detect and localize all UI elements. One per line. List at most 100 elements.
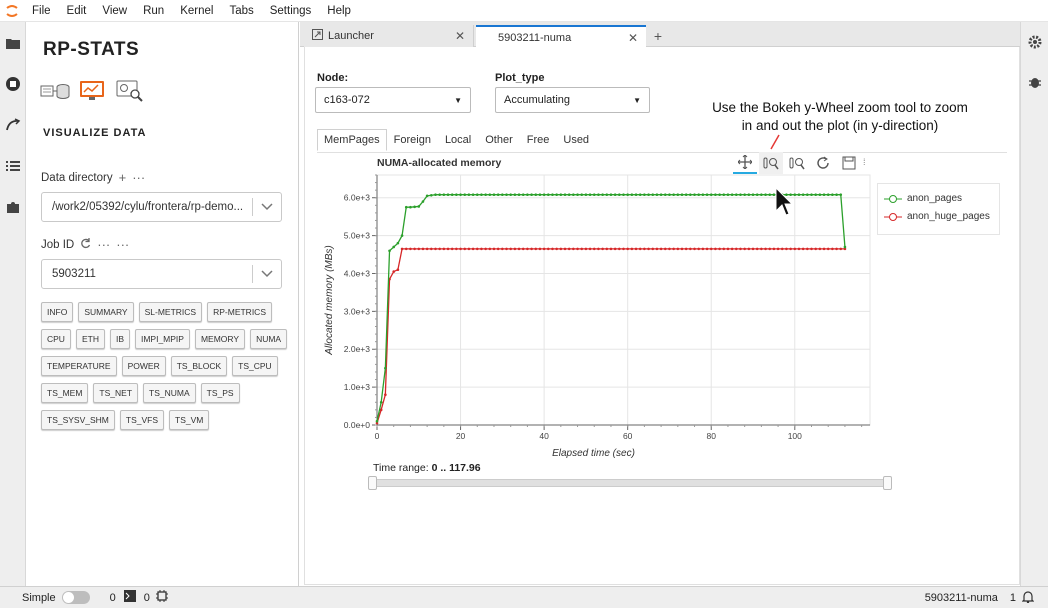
data-point-anon-pages[interactable] xyxy=(584,193,588,196)
metric-button-eth[interactable]: ETH xyxy=(75,329,105,349)
data-point-anon-huge-pages[interactable] xyxy=(467,247,471,251)
data-point-anon-pages[interactable] xyxy=(567,193,571,196)
data-point-anon-pages[interactable] xyxy=(726,193,730,196)
data-point-anon-huge-pages[interactable] xyxy=(475,247,479,251)
data-point-anon-huge-pages[interactable] xyxy=(521,247,525,251)
tab-foreign[interactable]: Foreign xyxy=(387,129,438,151)
data-point-anon-pages[interactable] xyxy=(630,193,634,196)
data-point-anon-huge-pages[interactable] xyxy=(400,247,404,251)
data-point-anon-pages[interactable] xyxy=(526,193,529,196)
data-point-anon-huge-pages[interactable] xyxy=(739,247,742,251)
data-point-anon-pages[interactable] xyxy=(576,193,579,196)
data-point-anon-huge-pages[interactable] xyxy=(471,247,475,251)
metric-button-summary[interactable]: SUMMARY xyxy=(78,302,134,322)
series-line-anon-huge-pages[interactable] xyxy=(376,248,845,424)
data-point-anon-huge-pages[interactable] xyxy=(718,247,721,251)
data-point-anon-huge-pages[interactable] xyxy=(780,247,784,251)
data-point-anon-huge-pages[interactable] xyxy=(584,247,588,251)
data-point-anon-huge-pages[interactable] xyxy=(618,247,621,251)
data-point-anon-pages[interactable] xyxy=(392,245,396,249)
data-point-anon-huge-pages[interactable] xyxy=(789,247,792,251)
data-point-anon-pages[interactable] xyxy=(446,193,450,196)
data-point-anon-pages[interactable] xyxy=(588,193,592,196)
data-point-anon-huge-pages[interactable] xyxy=(810,247,813,251)
data-point-anon-pages[interactable] xyxy=(751,193,755,196)
data-point-anon-huge-pages[interactable] xyxy=(488,247,492,251)
data-point-anon-huge-pages[interactable] xyxy=(421,247,425,251)
data-point-anon-pages[interactable] xyxy=(400,234,404,237)
data-point-anon-pages[interactable] xyxy=(384,366,387,370)
chart-svg[interactable]: 0.0e+0 1.0e+3 2.0e+3 3.0e+3 4.0e+3 5.0e+3 6.0e… xyxy=(305,165,885,465)
data-point-anon-huge-pages[interactable] xyxy=(505,247,508,251)
tab-launcher[interactable]: Launcher ✕ xyxy=(304,25,474,47)
data-point-anon-pages[interactable] xyxy=(760,193,763,196)
data-point-anon-huge-pages[interactable] xyxy=(801,247,805,251)
kernel-chip-icon[interactable] xyxy=(155,590,168,605)
data-point-anon-pages[interactable] xyxy=(826,193,830,196)
data-point-anon-huge-pages[interactable] xyxy=(764,247,767,251)
data-point-anon-huge-pages[interactable] xyxy=(689,247,692,251)
slider-start-handle[interactable] xyxy=(368,476,377,490)
data-point-anon-pages[interactable] xyxy=(442,193,446,196)
data-point-anon-huge-pages[interactable] xyxy=(622,247,625,251)
more-options-icon[interactable]: ··· xyxy=(132,170,145,185)
data-point-anon-huge-pages[interactable] xyxy=(822,247,826,251)
data-point-anon-huge-pages[interactable] xyxy=(647,247,650,251)
data-point-anon-pages[interactable] xyxy=(747,193,751,196)
data-point-anon-huge-pages[interactable] xyxy=(559,247,563,251)
data-point-anon-pages[interactable] xyxy=(580,193,584,196)
data-point-anon-pages[interactable] xyxy=(655,193,659,196)
data-point-anon-pages[interactable] xyxy=(488,193,492,196)
data-point-anon-huge-pages[interactable] xyxy=(597,247,600,251)
data-point-anon-huge-pages[interactable] xyxy=(409,247,412,251)
data-point-anon-pages[interactable] xyxy=(643,193,646,196)
data-point-anon-huge-pages[interactable] xyxy=(455,247,458,251)
data-point-anon-pages[interactable] xyxy=(622,193,625,196)
metric-button-ib[interactable]: IB xyxy=(109,329,130,349)
data-point-anon-huge-pages[interactable] xyxy=(663,247,667,251)
data-point-anon-pages[interactable] xyxy=(601,193,604,196)
data-point-anon-pages[interactable] xyxy=(409,205,412,209)
data-point-anon-pages[interactable] xyxy=(797,193,801,196)
data-point-anon-huge-pages[interactable] xyxy=(513,247,517,251)
data-point-anon-huge-pages[interactable] xyxy=(526,247,529,251)
data-point-anon-huge-pages[interactable] xyxy=(709,247,713,251)
data-point-anon-pages[interactable] xyxy=(517,193,521,196)
data-directory-combobox[interactable]: /work2/05392/cylu/frontera/rp-demo... xyxy=(41,192,282,222)
tab-used[interactable]: Used xyxy=(556,129,596,151)
data-point-anon-pages[interactable] xyxy=(743,193,746,196)
data-point-anon-pages[interactable] xyxy=(496,193,500,196)
menu-edit[interactable]: Edit xyxy=(59,5,95,17)
data-point-anon-pages[interactable] xyxy=(538,193,542,196)
data-point-anon-huge-pages[interactable] xyxy=(747,247,751,251)
data-point-anon-pages[interactable] xyxy=(735,193,738,196)
node-select[interactable]: c163-072 ▼ xyxy=(315,87,471,113)
data-point-anon-huge-pages[interactable] xyxy=(714,247,717,251)
data-point-anon-pages[interactable] xyxy=(438,193,441,196)
data-point-anon-pages[interactable] xyxy=(768,193,772,196)
data-point-anon-huge-pages[interactable] xyxy=(680,247,684,251)
data-point-anon-huge-pages[interactable] xyxy=(417,247,421,251)
bell-icon[interactable] xyxy=(1021,590,1035,606)
data-point-anon-huge-pages[interactable] xyxy=(751,247,755,251)
data-point-anon-huge-pages[interactable] xyxy=(797,247,801,251)
data-point-anon-pages[interactable] xyxy=(814,193,817,196)
data-point-anon-huge-pages[interactable] xyxy=(542,247,546,251)
data-point-anon-pages[interactable] xyxy=(471,193,475,196)
data-point-anon-pages[interactable] xyxy=(551,193,554,196)
data-point-anon-huge-pages[interactable] xyxy=(793,247,797,251)
data-point-anon-pages[interactable] xyxy=(505,193,508,196)
data-point-anon-pages[interactable] xyxy=(638,193,642,196)
data-point-anon-huge-pages[interactable] xyxy=(818,247,822,251)
data-point-anon-pages[interactable] xyxy=(375,419,379,423)
data-point-anon-huge-pages[interactable] xyxy=(630,247,634,251)
tab-mempages[interactable]: MemPages xyxy=(317,129,387,151)
data-point-anon-pages[interactable] xyxy=(421,200,425,203)
data-point-anon-pages[interactable] xyxy=(680,193,684,196)
data-point-anon-huge-pages[interactable] xyxy=(601,247,604,251)
data-point-anon-pages[interactable] xyxy=(480,193,483,196)
data-point-anon-huge-pages[interactable] xyxy=(697,247,701,251)
data-point-anon-pages[interactable] xyxy=(801,193,805,196)
data-point-anon-huge-pages[interactable] xyxy=(592,247,596,251)
data-point-anon-pages[interactable] xyxy=(459,193,462,196)
